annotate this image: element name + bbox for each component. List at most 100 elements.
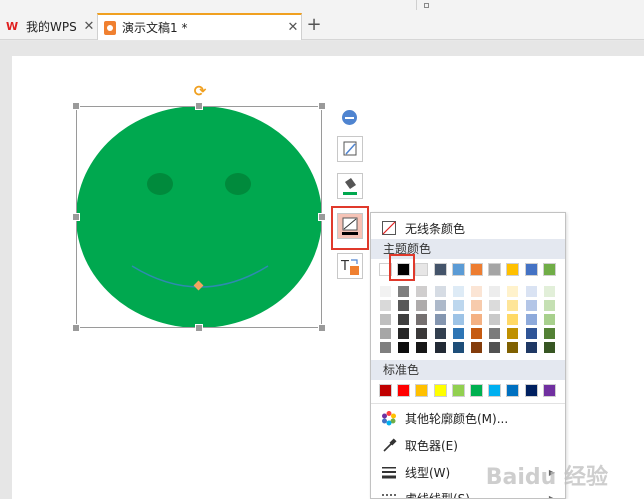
theme-shade-swatch[interactable] [433,285,447,298]
more-outline-colors-label: 其他轮廓颜色(M)... [405,411,509,426]
resize-handle[interactable] [195,102,203,110]
standard-color-swatch[interactable] [415,384,429,397]
close-icon[interactable]: ✕ [285,20,301,35]
submenu-arrow-icon: ▶ [548,493,555,499]
tab-presentation[interactable]: 演示文稿1 * ✕ [97,13,302,40]
theme-color-swatch[interactable] [524,263,538,276]
theme-color-swatch[interactable] [451,263,465,276]
theme-shade-swatch[interactable] [397,299,411,312]
fill-button[interactable] [337,173,363,199]
paint-bucket-icon [343,178,357,195]
theme-shade-swatch[interactable] [451,285,465,298]
theme-shade-swatch[interactable] [524,285,538,298]
standard-color-swatch[interactable] [379,384,392,397]
standard-color-swatch[interactable] [433,384,447,397]
theme-shade-swatch[interactable] [542,327,556,340]
rotate-icon[interactable]: ⟳ [192,83,208,99]
theme-shade-swatch[interactable] [379,341,392,354]
resize-handle[interactable] [318,102,326,110]
eyedropper-item[interactable]: 取色器(E) [371,432,565,458]
theme-shade-swatch[interactable] [415,285,429,298]
theme-shade-swatch[interactable] [379,285,392,298]
theme-color-swatch[interactable] [506,263,520,276]
theme-shade-swatch[interactable] [488,299,502,312]
standard-color-swatch[interactable] [506,384,520,397]
more-outline-colors-item[interactable]: 其他轮廓颜色(M)... [371,405,565,431]
theme-shade-swatch[interactable] [542,299,556,312]
tab-presentation-label: 演示文稿1 * [122,21,188,35]
watermark-text: Baidu 经验 [485,465,608,490]
close-icon[interactable]: ✕ [81,19,97,34]
standard-color-swatch[interactable] [524,384,538,397]
theme-shade-swatch[interactable] [488,341,502,354]
wps-logo-icon: W [6,19,19,33]
theme-shade-swatch[interactable] [488,327,502,340]
theme-shade-swatch[interactable] [415,341,429,354]
theme-color-swatch[interactable] [470,263,483,276]
theme-shade-swatch[interactable] [451,341,465,354]
theme-shade-swatch[interactable] [470,299,483,312]
theme-shade-swatch[interactable] [415,299,429,312]
text-wrap-button[interactable]: T [337,253,363,279]
theme-shade-swatch[interactable] [524,313,538,326]
theme-color-swatch[interactable] [542,263,556,276]
theme-shade-swatch[interactable] [506,327,520,340]
theme-color-swatch[interactable] [433,263,447,276]
theme-shade-swatch[interactable] [506,299,520,312]
theme-shade-swatch[interactable] [524,341,538,354]
theme-shade-swatch[interactable] [415,327,429,340]
standard-color-swatch[interactable] [488,384,502,397]
tab-bar: W 我的WPS ✕ 演示文稿1 * ✕ + [0,11,644,40]
eyedropper-label: 取色器(E) [405,438,458,453]
tab-my-wps[interactable]: W 我的WPS ✕ [2,13,97,40]
collapse-toolbar-icon[interactable] [342,110,357,125]
no-line-color-item[interactable]: 无线条颜色 [371,215,565,241]
theme-shade-swatch[interactable] [506,285,520,298]
shape-style-button[interactable] [337,136,363,162]
theme-shade-swatch[interactable] [433,327,447,340]
resize-handle[interactable] [195,324,203,332]
theme-shade-swatch[interactable] [451,313,465,326]
theme-shade-swatch[interactable] [542,285,556,298]
standard-color-swatch[interactable] [397,384,411,397]
theme-color-swatch[interactable] [488,263,502,276]
theme-shade-swatch[interactable] [506,341,520,354]
theme-shade-swatch[interactable] [451,327,465,340]
theme-shade-swatch[interactable] [379,299,392,312]
theme-shade-swatch[interactable] [379,313,392,326]
resize-handle[interactable] [72,102,80,110]
theme-shade-swatch[interactable] [470,285,483,298]
resize-handle[interactable] [318,324,326,332]
new-tab-button[interactable]: + [305,15,323,37]
restore-icon[interactable] [424,3,429,8]
theme-shade-swatch[interactable] [397,313,411,326]
theme-shade-swatch[interactable] [542,313,556,326]
theme-shade-swatch[interactable] [542,341,556,354]
theme-shade-swatch[interactable] [433,341,447,354]
theme-shade-swatch[interactable] [415,313,429,326]
theme-shade-swatch[interactable] [488,313,502,326]
standard-color-swatch[interactable] [470,384,483,397]
resize-handle[interactable] [72,213,80,221]
theme-shade-swatch[interactable] [470,341,483,354]
theme-shade-swatch[interactable] [397,327,411,340]
theme-shade-swatch[interactable] [488,285,502,298]
tab-my-wps-label: 我的WPS [26,20,77,34]
resize-handle[interactable] [72,324,80,332]
presentation-doc-icon [104,20,116,35]
theme-shade-swatch[interactable] [524,327,538,340]
resize-handle[interactable] [318,213,326,221]
theme-shade-swatch[interactable] [433,313,447,326]
theme-shade-swatch[interactable] [506,313,520,326]
standard-color-swatch[interactable] [542,384,556,397]
theme-shade-swatch[interactable] [379,327,392,340]
standard-color-swatch[interactable] [451,384,465,397]
theme-shade-swatch[interactable] [524,299,538,312]
theme-shade-swatch[interactable] [470,313,483,326]
theme-shade-swatch[interactable] [433,299,447,312]
theme-shade-swatch[interactable] [397,341,411,354]
theme-shade-swatch[interactable] [397,285,411,298]
theme-shade-swatch[interactable] [451,299,465,312]
theme-color-swatch[interactable] [415,263,429,276]
theme-shade-swatch[interactable] [470,327,483,340]
